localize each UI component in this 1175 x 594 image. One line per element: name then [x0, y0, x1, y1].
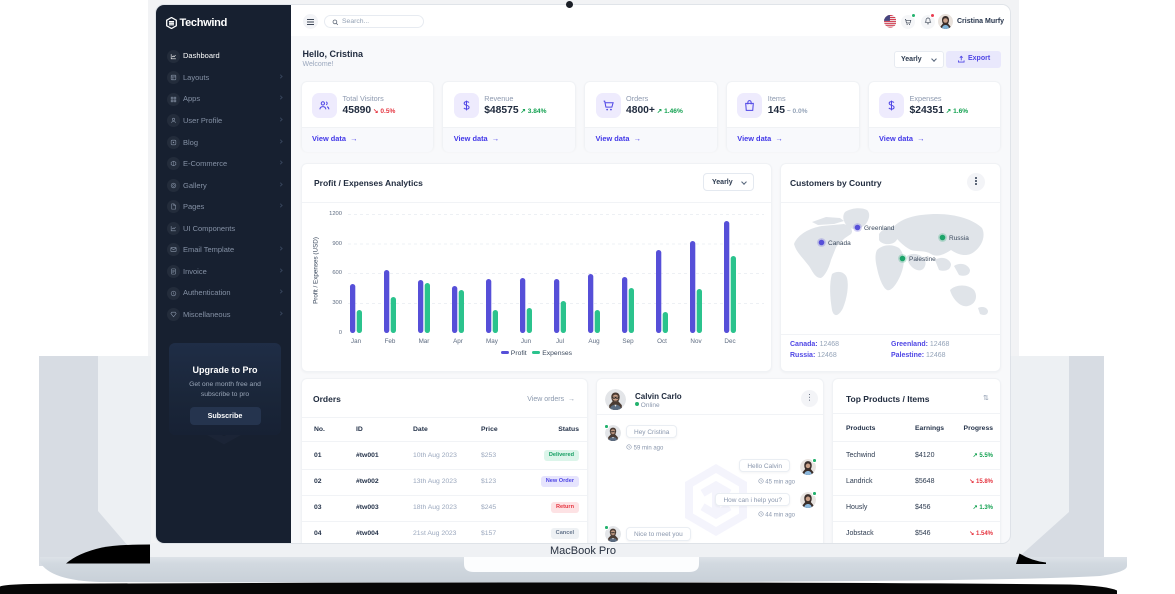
svg-text:Russia: Russia [949, 235, 969, 242]
svg-text:Greenland: Greenland [864, 225, 895, 232]
svg-text:Canada: Canada [828, 240, 851, 247]
svg-text:Palestine: Palestine [909, 256, 936, 263]
